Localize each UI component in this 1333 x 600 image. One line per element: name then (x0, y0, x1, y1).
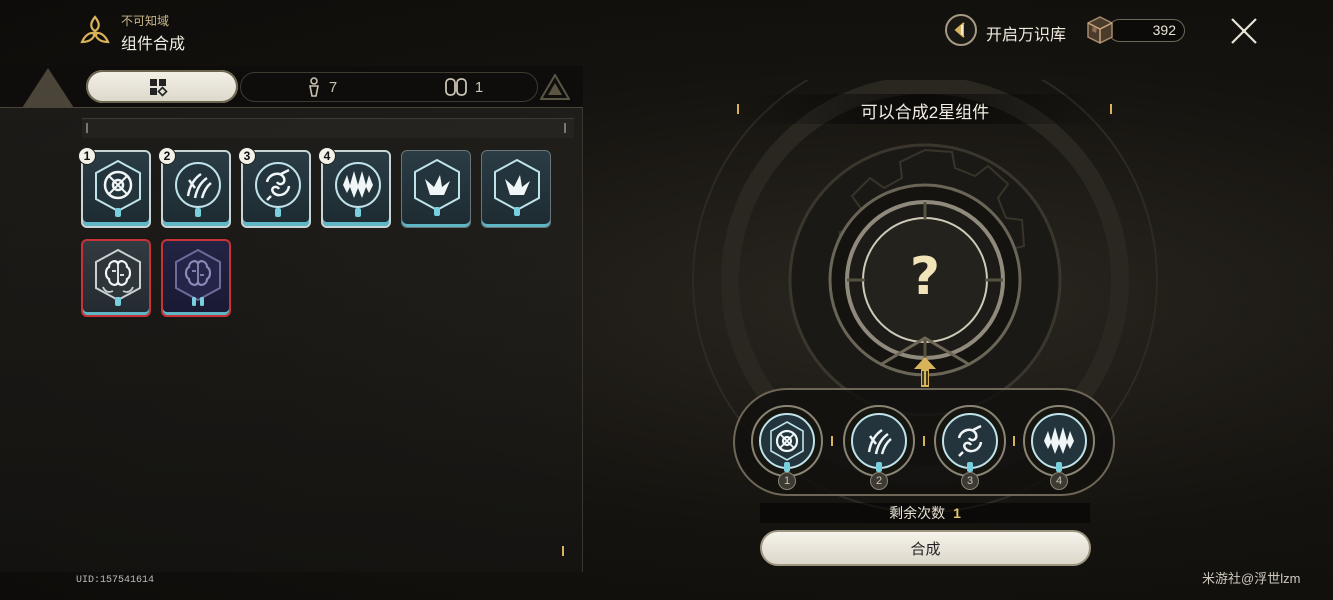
slot-claw[interactable] (842, 404, 916, 478)
double-ring-icon (444, 78, 467, 96)
component-card-rare[interactable] (81, 239, 151, 317)
slot-separator (923, 436, 925, 446)
vault-label[interactable]: 开启万识库 (986, 21, 1066, 45)
triangle-deco-icon (22, 68, 74, 108)
tab-count: 1 (474, 78, 484, 96)
slot-number: 2 (870, 472, 888, 490)
strip-tick (564, 123, 566, 133)
slot-separator (1013, 436, 1015, 446)
remaining-label: 剩余次数 (889, 505, 946, 521)
filter-strip (82, 118, 574, 138)
currency-value: 392 (1152, 22, 1176, 38)
order-badge: 1 (78, 147, 96, 165)
slot-spike[interactable] (1022, 404, 1096, 478)
remaining-count: 剩余次数 1 (760, 503, 1090, 523)
component-card-rare[interactable] (161, 239, 231, 317)
synthesize-button[interactable]: 合成 (760, 530, 1091, 566)
order-badge: 3 (238, 147, 256, 165)
tab-bar: 7 1 (0, 66, 583, 108)
inventory-panel (0, 66, 583, 572)
order-badge: 4 (318, 147, 336, 165)
brain-icon (175, 248, 221, 306)
remaining-value: 1 (953, 505, 961, 521)
vault-button[interactable] (945, 14, 977, 46)
figure-icon (308, 77, 319, 97)
page-subtitle: 不可知域 (121, 14, 170, 28)
upgrade-arrow-icon (914, 357, 936, 387)
page-title: 组件合成 (121, 36, 186, 53)
shard-icon (494, 158, 540, 216)
component-card[interactable] (401, 150, 471, 228)
title-tick (1110, 104, 1112, 114)
swirl-icon (255, 162, 301, 217)
grid-diamond-icon (150, 78, 168, 97)
synthesis-title: 可以合成2星组件 (860, 103, 990, 122)
slot-number: 1 (778, 472, 796, 490)
order-badge: 2 (158, 147, 176, 165)
slot-number: 4 (1050, 472, 1068, 490)
slot-gear-cross[interactable] (750, 404, 824, 478)
component-card[interactable] (481, 150, 551, 228)
close-icon[interactable] (1228, 15, 1260, 47)
tab-all[interactable] (86, 70, 238, 103)
uid-label: UID:157541614 (76, 575, 155, 586)
spike-icon (335, 162, 381, 217)
slot-separator (831, 436, 833, 446)
claw-icon (175, 162, 221, 217)
strip-tick (86, 123, 88, 133)
arrow-left-icon (954, 22, 965, 38)
title-tick (737, 104, 739, 114)
brain-icon (95, 248, 141, 306)
result-placeholder: ? (909, 247, 941, 307)
triforce-icon (540, 74, 570, 100)
slot-number: 3 (961, 472, 979, 490)
triad-flower-icon (80, 15, 110, 44)
watermark: 米游社@浮世lzm (1202, 571, 1301, 586)
panel-tick (562, 546, 564, 556)
tab-count: 7 (328, 78, 338, 96)
tab-figure[interactable]: 7 (262, 70, 382, 104)
tab-double[interactable]: 1 (404, 70, 524, 104)
slot-swirl[interactable] (933, 404, 1007, 478)
shard-icon (414, 158, 460, 216)
gear-cross-icon (95, 159, 141, 217)
